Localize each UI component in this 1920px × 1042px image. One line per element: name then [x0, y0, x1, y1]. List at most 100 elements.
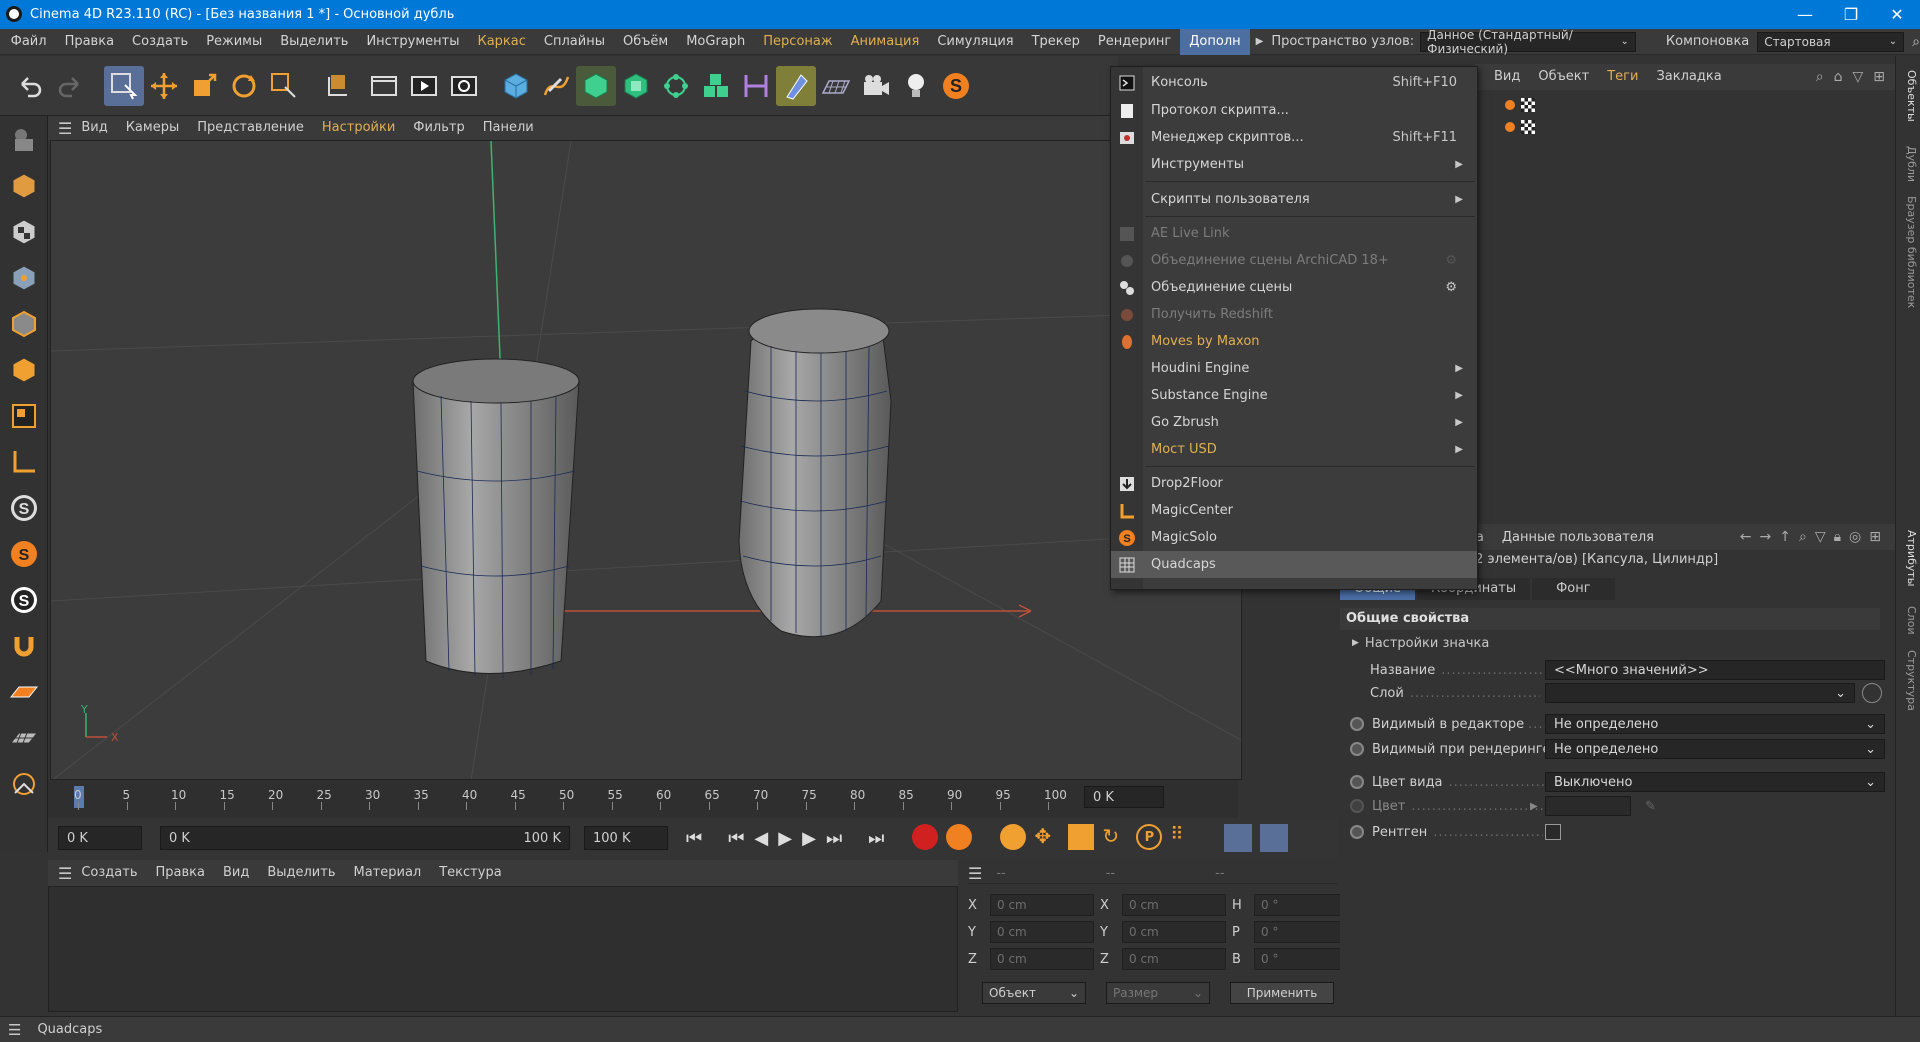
maximize-button[interactable]: ❐ [1828, 0, 1874, 29]
last-tool-icon[interactable] [264, 66, 304, 106]
target-icon[interactable]: ◎ [1849, 529, 1861, 545]
icon-settings-toggle[interactable]: ▶ Настройки значка [1352, 632, 1489, 654]
close-button[interactable]: ✕ [1874, 0, 1920, 29]
menu-item-drop2floor[interactable]: Drop2Floor [1111, 470, 1477, 497]
axis-mode-icon[interactable] [2, 440, 46, 484]
rotation-key-icon[interactable]: ↻ [1102, 824, 1128, 850]
menu-item-scene-merge[interactable]: Объединение сцены ⚙ [1111, 274, 1477, 301]
move-icon[interactable] [144, 66, 184, 106]
minimize-button[interactable]: — [1782, 0, 1828, 29]
size-y-field[interactable]: 0 cm [1122, 921, 1226, 943]
side-tab-objects[interactable]: Объекты [1898, 70, 1918, 122]
light-icon[interactable] [896, 66, 936, 106]
record-icon[interactable] [912, 824, 939, 850]
gear-icon[interactable]: ⚙ [1445, 253, 1457, 268]
texture-mode-icon[interactable] [2, 210, 46, 254]
rotate-icon[interactable] [224, 66, 264, 106]
search-icon[interactable]: ⌕ [1816, 69, 1824, 85]
menu-item-substance-engine[interactable]: Substance Engine ▶ [1111, 382, 1477, 409]
magnet-icon[interactable] [2, 624, 46, 668]
model-mode-icon[interactable] [2, 164, 46, 208]
object-row-tags[interactable] [1505, 120, 1535, 134]
previous-frame-icon[interactable]: ◀ [754, 828, 768, 849]
menu-item-quadcaps[interactable]: Quadcaps [1111, 551, 1477, 578]
position-y-field[interactable]: 0 cm [990, 921, 1094, 943]
current-frame-field[interactable]: 0 K [1084, 786, 1164, 808]
material-menu-create[interactable]: Создать [72, 860, 146, 886]
menu-mesh[interactable]: Каркас [468, 29, 534, 55]
polygons-mode-icon[interactable] [2, 348, 46, 392]
frame-range-slider[interactable]: 0 K 100 K [160, 826, 570, 850]
scale-icon[interactable] [184, 66, 224, 106]
pen-icon[interactable] [536, 66, 576, 106]
menu-tracker[interactable]: Трекер [1023, 29, 1089, 55]
subdivision-surface-icon[interactable] [576, 65, 616, 106]
viewport-menu-cameras[interactable]: Камеры [117, 116, 189, 140]
visible-in-editor-select[interactable]: Не определено ⌄ [1545, 714, 1885, 734]
play-icon[interactable]: ▶ [778, 828, 792, 849]
menu-item-archicad-merge[interactable]: Объединение сцены ArchiCAD 18+ ⚙ [1111, 247, 1477, 274]
parameter-key-icon[interactable]: P [1136, 824, 1163, 850]
layer-field[interactable]: ⌄ [1545, 683, 1855, 703]
side-tab-structure[interactable]: Структура [1898, 650, 1918, 711]
home-icon[interactable]: ⌂ [1834, 69, 1843, 85]
live-selection-icon[interactable] [104, 65, 144, 106]
hamburger-icon[interactable]: ☰ [58, 864, 72, 883]
go-to-end-icon[interactable]: ⏭ [868, 828, 884, 849]
back-arrow-icon[interactable]: ← [1740, 529, 1752, 545]
previous-key-icon[interactable]: ⏮ [728, 828, 744, 849]
menu-item-user-scripts[interactable]: Скрипты пользователя ▶ [1111, 186, 1477, 213]
forward-arrow-icon[interactable]: → [1760, 529, 1772, 545]
viewport-menu-options[interactable]: Настройки [313, 116, 404, 140]
new-panel-icon[interactable]: ⊞ [1873, 69, 1885, 85]
menu-modes[interactable]: Режимы [197, 29, 271, 55]
make-editable-icon[interactable] [2, 118, 46, 162]
menu-render[interactable]: Рендеринг [1089, 29, 1180, 55]
viewport-menu-view[interactable]: Вид [72, 116, 116, 140]
lock-icon[interactable]: 🔒︎ [1834, 529, 1841, 545]
xray-checkbox[interactable] [1545, 824, 1561, 840]
object-manager-list[interactable] [1475, 90, 1895, 516]
rotation-h-field[interactable]: 0 ° [1254, 894, 1346, 916]
material-menu-select[interactable]: Выделить [258, 860, 344, 886]
object-menu-tags[interactable]: Теги [1598, 64, 1647, 90]
deformer-bend-icon[interactable] [736, 66, 776, 106]
timeline-ruler[interactable]: 0 5 10 15 20 25 30 35 40 45 50 55 60 65 70 75 80 85 90 95 10… [48, 780, 1238, 818]
material-menu-edit[interactable]: Правка [146, 860, 213, 886]
end-frame-field[interactable]: 100 K [584, 826, 668, 850]
size-x-field[interactable]: 0 cm [1122, 894, 1226, 916]
hamburger-icon[interactable]: ☰ [968, 864, 982, 883]
menu-item-script-manager[interactable]: Менеджер скриптов... Shift+F11 [1111, 124, 1477, 151]
autokey-icon[interactable] [946, 824, 973, 850]
menu-item-go-zbrush[interactable]: Go Zbrush ▶ [1111, 409, 1477, 436]
animate-radio[interactable] [1350, 825, 1364, 839]
side-tab-takes[interactable]: Дубли [1898, 146, 1918, 182]
render-view-icon[interactable] [404, 66, 444, 106]
menu-splines[interactable]: Сплайны [535, 29, 614, 55]
s-tool-3-icon[interactable]: S [2, 578, 46, 622]
object-menu-bookmarks[interactable]: Закладка [1647, 64, 1730, 90]
extrude-icon[interactable] [616, 66, 656, 106]
animate-radio[interactable] [1350, 799, 1364, 813]
field-icon[interactable] [776, 65, 816, 106]
object-row-tags[interactable] [1505, 98, 1535, 112]
animate-radio[interactable] [1350, 775, 1364, 789]
camera-icon[interactable] [856, 66, 896, 106]
redo-icon[interactable] [50, 66, 90, 106]
material-menu-material[interactable]: Материал [345, 860, 431, 886]
menu-simulation[interactable]: Симуляция [928, 29, 1022, 55]
user-data-menu[interactable]: Данные пользователя [1502, 530, 1654, 545]
menu-mograph[interactable]: MoGraph [677, 29, 754, 55]
hamburger-icon[interactable]: ☰ [58, 119, 72, 138]
node-space-select[interactable]: Данное (Стандартный/Физический) ⌄ [1420, 28, 1636, 56]
position-z-field[interactable]: 0 cm [990, 948, 1094, 970]
material-manager-area[interactable] [48, 886, 958, 1012]
position-key-icon[interactable]: ✥ [1034, 824, 1060, 850]
menu-item-script-log[interactable]: Протокол скрипта... [1111, 97, 1477, 124]
up-arrow-icon[interactable]: ↑ [1779, 529, 1791, 545]
menu-animation[interactable]: Анимация [842, 29, 929, 55]
menu-tools[interactable]: Инструменты [357, 29, 468, 55]
capsule-object[interactable] [738, 308, 892, 638]
color-swatch[interactable] [1545, 796, 1631, 816]
hamburger-icon[interactable]: ☰ [8, 1021, 21, 1039]
